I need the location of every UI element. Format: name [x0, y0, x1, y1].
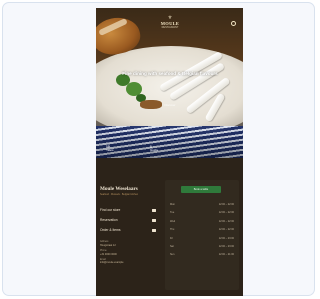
- hero-tagline: Fine dining with seafood & Belgian flavo…: [122, 71, 218, 76]
- footer-link[interactable]: Find our store: [100, 205, 156, 215]
- card-icon: [152, 208, 156, 212]
- hero-stat: 10 Years: [106, 145, 114, 153]
- card-icon: [152, 228, 156, 232]
- preview-card: ⚜ MOULE RESTAURANT Fine dining with seaf…: [2, 2, 315, 296]
- hours-row: Sun 12:00 – 21:00: [170, 253, 234, 257]
- footer-section: Moule Weselaars Seafood · Mussels · Belg…: [96, 158, 243, 296]
- reserve-button[interactable]: Book a table: [181, 186, 221, 193]
- hours-row: Fri 12:00 – 23:00: [170, 236, 234, 240]
- footer-subtitle: Seafood · Mussels · Belgian kitchen: [100, 193, 139, 196]
- opening-hours-panel: Book a table Mon 12:00 – 22:00 Tue 12:00 –…: [165, 180, 239, 290]
- hours-row: Wed 12:00 – 22:00: [170, 219, 234, 223]
- hours-row: Sat 12:00 – 23:00: [170, 244, 234, 248]
- hours-row: Thu 12:00 – 22:00: [170, 228, 234, 232]
- footer-links: Find our store Reservation Order & Items: [100, 205, 156, 235]
- hours-row: Tue 12:00 – 22:00: [170, 211, 234, 215]
- footer-link[interactable]: Reservation: [100, 215, 156, 225]
- plate-image: [96, 46, 243, 138]
- globe-icon[interactable]: [231, 21, 236, 26]
- site-logo[interactable]: ⚜ MOULE RESTAURANT: [156, 16, 184, 30]
- discover-link[interactable]: Discover: [154, 103, 186, 107]
- hours-row: Mon 12:00 – 22:00: [170, 203, 234, 206]
- hero-stat: 1 Guide: [150, 145, 159, 153]
- website-preview[interactable]: ⚜ MOULE RESTAURANT Fine dining with seaf…: [96, 8, 243, 296]
- contact-details: Address Hoogstraat 12 Phone +31 0000 000…: [100, 241, 124, 265]
- footer-title: Moule Weselaars: [100, 186, 138, 192]
- footer-info: Moule Weselaars Seafood · Mussels · Belg…: [100, 186, 156, 267]
- footer-link[interactable]: Order & Items: [100, 225, 156, 235]
- opening-hours: Mon 12:00 – 22:00 Tue 12:00 – 22:00 Wed 12:…: [170, 201, 234, 260]
- hero-section: ⚜ MOULE RESTAURANT Fine dining with seaf…: [96, 8, 243, 158]
- card-icon: [152, 218, 156, 222]
